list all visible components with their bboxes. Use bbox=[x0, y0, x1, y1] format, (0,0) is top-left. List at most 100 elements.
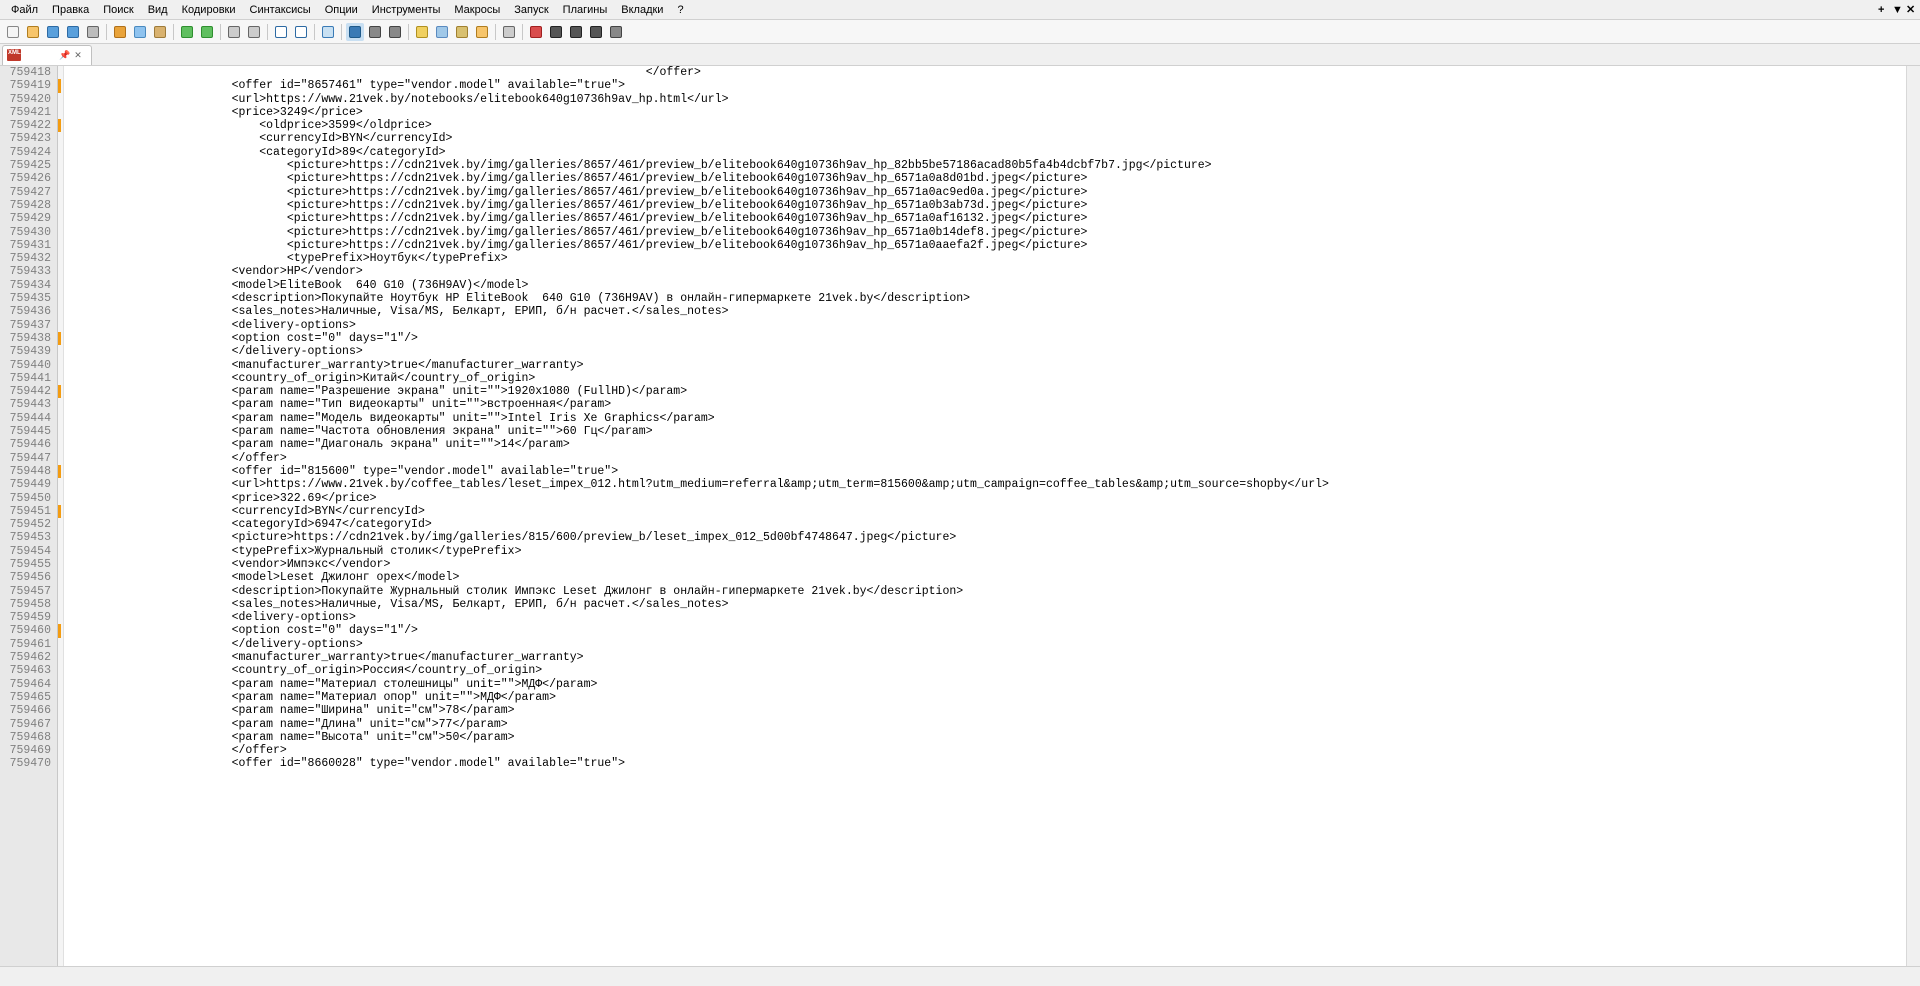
menu-плагины[interactable]: Плагины bbox=[556, 2, 615, 18]
print-icon[interactable] bbox=[84, 23, 102, 41]
code-line[interactable]: <country_of_origin>Китай</country_of_ori… bbox=[66, 372, 1920, 385]
code-line[interactable]: </offer> bbox=[66, 452, 1920, 465]
menu-опции[interactable]: Опции bbox=[318, 2, 365, 18]
code-line[interactable]: <model>Leset Джилонг орех</model> bbox=[66, 571, 1920, 584]
code-line[interactable]: <param name="Модель видеокарты" unit="">… bbox=[66, 412, 1920, 425]
code-line[interactable]: <url>https://www.21vek.by/coffee_tables/… bbox=[66, 478, 1920, 491]
save-macro-icon[interactable] bbox=[607, 23, 625, 41]
code-line[interactable]: <picture>https://cdn21vek.by/img/galleri… bbox=[66, 239, 1920, 252]
code-line[interactable]: <vendor>HP</vendor> bbox=[66, 265, 1920, 278]
code-line[interactable]: <param name="Ширина" unit="см">78</param… bbox=[66, 704, 1920, 717]
code-line[interactable]: <offer id="8657461" type="vendor.model" … bbox=[66, 79, 1920, 92]
menu-правка[interactable]: Правка bbox=[45, 2, 96, 18]
indent-guide-icon[interactable] bbox=[386, 23, 404, 41]
menu-вкладки[interactable]: Вкладки bbox=[614, 2, 670, 18]
func-list-icon[interactable] bbox=[453, 23, 471, 41]
code-line[interactable]: <param name="Диагональ экрана" unit="">1… bbox=[66, 438, 1920, 451]
menu-вид[interactable]: Вид bbox=[141, 2, 175, 18]
menu-?[interactable]: ? bbox=[670, 2, 690, 18]
code-line[interactable]: <manufacturer_warranty>true</manufacture… bbox=[66, 651, 1920, 664]
vertical-scrollbar[interactable] bbox=[1906, 66, 1920, 966]
code-editor[interactable]: </offer> <offer id="8657461" type="vendo… bbox=[64, 66, 1920, 966]
window-dropdown-button[interactable]: ▼ bbox=[1888, 4, 1902, 16]
code-line[interactable]: <currencyId>BYN</currencyId> bbox=[66, 132, 1920, 145]
monitor-icon[interactable] bbox=[500, 23, 518, 41]
code-line[interactable]: <typePrefix>Журнальный столик</typePrefi… bbox=[66, 545, 1920, 558]
code-line[interactable]: <picture>https://cdn21vek.by/img/galleri… bbox=[66, 186, 1920, 199]
menu-файл[interactable]: Файл bbox=[4, 2, 45, 18]
code-line[interactable]: <param name="Высота" unit="см">50</param… bbox=[66, 731, 1920, 744]
code-line[interactable]: <param name="Материал опор" unit="">МДФ<… bbox=[66, 691, 1920, 704]
menu-запуск[interactable]: Запуск bbox=[507, 2, 555, 18]
code-line[interactable]: <sales_notes>Наличные, Visa/MS, Белкарт,… bbox=[66, 305, 1920, 318]
code-line[interactable]: <picture>https://cdn21vek.by/img/galleri… bbox=[66, 226, 1920, 239]
doc-map-icon[interactable] bbox=[433, 23, 451, 41]
play-multi-icon[interactable] bbox=[587, 23, 605, 41]
menu-поиск[interactable]: Поиск bbox=[96, 2, 140, 18]
code-line[interactable]: <picture>https://cdn21vek.by/img/galleri… bbox=[66, 212, 1920, 225]
code-line[interactable]: <price>322.69</price> bbox=[66, 492, 1920, 505]
tab-close-icon[interactable]: ✕ bbox=[73, 50, 83, 61]
code-line[interactable]: <description>Покупайте Ноутбук HP EliteB… bbox=[66, 292, 1920, 305]
code-line[interactable]: <offer id="8660028" type="vendor.model" … bbox=[66, 757, 1920, 770]
code-line[interactable]: <manufacturer_warranty>true</manufacture… bbox=[66, 359, 1920, 372]
redo-icon[interactable] bbox=[198, 23, 216, 41]
code-line[interactable]: <param name="Тип видеокарты" unit="">вст… bbox=[66, 398, 1920, 411]
code-line[interactable]: <categoryId>89</categoryId> bbox=[66, 146, 1920, 159]
open-file-icon[interactable] bbox=[24, 23, 42, 41]
save-icon[interactable] bbox=[44, 23, 62, 41]
zoom-in-icon[interactable] bbox=[272, 23, 290, 41]
zoom-out-icon[interactable] bbox=[292, 23, 310, 41]
code-line[interactable]: <sales_notes>Наличные, Visa/MS, Белкарт,… bbox=[66, 598, 1920, 611]
window-close-button[interactable]: ✕ bbox=[1902, 3, 1916, 16]
code-line[interactable]: <description>Покупайте Журнальный столик… bbox=[66, 585, 1920, 598]
cut-icon[interactable] bbox=[111, 23, 129, 41]
code-line[interactable]: <picture>https://cdn21vek.by/img/galleri… bbox=[66, 172, 1920, 185]
code-line[interactable]: <typePrefix>Ноутбук</typePrefix> bbox=[66, 252, 1920, 265]
code-line[interactable]: <url>https://www.21vek.by/notebooks/elit… bbox=[66, 93, 1920, 106]
folder-icon[interactable] bbox=[473, 23, 491, 41]
code-line[interactable]: <currencyId>BYN</currencyId> bbox=[66, 505, 1920, 518]
undo-icon[interactable] bbox=[178, 23, 196, 41]
paste-icon[interactable] bbox=[151, 23, 169, 41]
code-line[interactable]: <offer id="815600" type="vendor.model" a… bbox=[66, 465, 1920, 478]
code-line[interactable]: <param name="Длина" unit="см">77</param> bbox=[66, 718, 1920, 731]
play-icon[interactable] bbox=[567, 23, 585, 41]
all-chars-icon[interactable] bbox=[366, 23, 384, 41]
find-icon[interactable] bbox=[225, 23, 243, 41]
code-line[interactable]: <vendor>Импэкс</vendor> bbox=[66, 558, 1920, 571]
wrap-icon[interactable] bbox=[346, 23, 364, 41]
sync-scroll-icon[interactable] bbox=[319, 23, 337, 41]
code-line[interactable]: </offer> bbox=[66, 744, 1920, 757]
code-line[interactable]: <country_of_origin>Россия</country_of_or… bbox=[66, 664, 1920, 677]
new-file-icon[interactable] bbox=[4, 23, 22, 41]
code-line[interactable]: <delivery-options> bbox=[66, 319, 1920, 332]
code-line[interactable]: <picture>https://cdn21vek.by/img/galleri… bbox=[66, 199, 1920, 212]
code-line[interactable]: <oldprice>3599</oldprice> bbox=[66, 119, 1920, 132]
menu-кодировки[interactable]: Кодировки bbox=[175, 2, 243, 18]
menu-инструменты[interactable]: Инструменты bbox=[365, 2, 448, 18]
code-line[interactable]: <param name="Разрешение экрана" unit="">… bbox=[66, 385, 1920, 398]
replace-icon[interactable] bbox=[245, 23, 263, 41]
code-line[interactable]: <param name="Частота обновления экрана" … bbox=[66, 425, 1920, 438]
code-line[interactable]: <picture>https://cdn21vek.by/img/galleri… bbox=[66, 159, 1920, 172]
lang-icon[interactable] bbox=[413, 23, 431, 41]
save-all-icon[interactable] bbox=[64, 23, 82, 41]
stop-icon[interactable] bbox=[547, 23, 565, 41]
code-line[interactable]: <model>EliteBook 640 G10 (736H9AV)</mode… bbox=[66, 279, 1920, 292]
code-line[interactable]: <option cost="0" days="1"/> bbox=[66, 624, 1920, 637]
record-icon[interactable] bbox=[527, 23, 545, 41]
code-line[interactable]: <param name="Материал столешницы" unit="… bbox=[66, 678, 1920, 691]
code-line[interactable]: </offer> bbox=[66, 66, 1920, 79]
menu-макросы[interactable]: Макросы bbox=[447, 2, 507, 18]
file-tab[interactable]: 📌 ✕ bbox=[2, 45, 92, 65]
code-line[interactable]: <delivery-options> bbox=[66, 611, 1920, 624]
code-line[interactable]: <categoryId>6947</categoryId> bbox=[66, 518, 1920, 531]
tab-pin-icon[interactable]: 📌 bbox=[59, 50, 69, 61]
code-line[interactable]: <option cost="0" days="1"/> bbox=[66, 332, 1920, 345]
copy-icon[interactable] bbox=[131, 23, 149, 41]
code-line[interactable]: <picture>https://cdn21vek.by/img/galleri… bbox=[66, 531, 1920, 544]
code-line[interactable]: </delivery-options> bbox=[66, 345, 1920, 358]
menu-синтаксисы[interactable]: Синтаксисы bbox=[243, 2, 318, 18]
code-line[interactable]: </delivery-options> bbox=[66, 638, 1920, 651]
